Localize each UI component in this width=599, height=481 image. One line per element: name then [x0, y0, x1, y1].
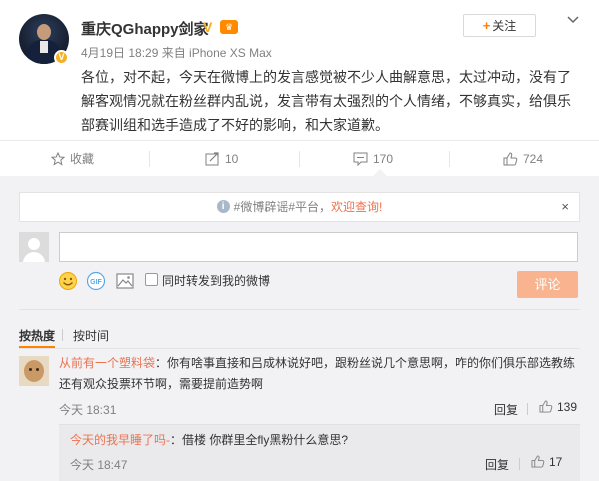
avatar-shoulders	[23, 252, 45, 262]
reply-like-button[interactable]: 17	[531, 455, 562, 469]
section-divider	[19, 348, 580, 349]
author-name[interactable]: 重庆QGhappy剑家	[81, 18, 209, 39]
post-content: 各位，对不起，今天在微博上的发言感觉被不少人曲解意思，太过冲动，没有了解客观情况…	[81, 69, 571, 133]
comment-action-divider	[527, 403, 528, 415]
action-bar: 收藏 10 170 724	[0, 140, 599, 176]
avatar-head	[28, 238, 40, 250]
action-divider	[449, 151, 450, 167]
repost-label[interactable]: 同时转发到我的微博	[162, 272, 270, 289]
my-avatar	[19, 232, 49, 262]
avatar-shirt	[40, 41, 48, 53]
sort-divider	[62, 329, 63, 341]
comment-section: i #微博辟谣#平台，欢迎查询! × GIF 同时转发到我的微博 评论 按热度 按…	[0, 176, 599, 481]
favorite-button[interactable]: 收藏	[50, 141, 95, 177]
star-icon	[50, 151, 66, 166]
commenter-name[interactable]: 从前有一个塑料袋	[59, 356, 155, 370]
plus-icon: +	[482, 18, 491, 33]
comment-body: 从前有一个塑料袋：你有啥事直接和吕成林说好吧，跟粉丝说几个意思啊，咋的你们俱乐部…	[59, 353, 581, 395]
close-icon[interactable]: ×	[561, 193, 569, 221]
comment-count: 170	[373, 152, 394, 166]
comment-like-button[interactable]: 139	[539, 400, 577, 414]
verified-v-icon: V	[203, 19, 213, 35]
notice-link[interactable]: 欢迎查询!	[331, 200, 382, 214]
reply-separator: ：	[170, 433, 183, 447]
like-button[interactable]: 724	[503, 141, 543, 177]
vip-crown-icon[interactable]: ♛	[220, 20, 238, 34]
sort-by-time[interactable]: 按时间	[73, 327, 109, 344]
reply-item: 今天的我早睡了吗-：借楼 你群里全fly黑粉什么意思? 今天 18:47 回复 …	[59, 424, 580, 481]
favorite-label: 收藏	[70, 152, 95, 166]
repost-button[interactable]: 10	[205, 141, 238, 177]
comment-separator: ：	[155, 356, 168, 370]
repost-icon	[205, 152, 219, 166]
sort-by-hot[interactable]: 按热度	[19, 327, 55, 344]
reply-reply-button[interactable]: 回复	[485, 456, 509, 473]
action-divider	[299, 151, 300, 167]
avatar-eye	[36, 368, 39, 371]
commenter-avatar[interactable]	[19, 356, 49, 386]
avatar-verified-icon: V	[54, 50, 69, 65]
section-divider	[19, 309, 580, 310]
follow-label: 关注	[492, 19, 517, 33]
reply-action-divider	[519, 458, 520, 470]
gif-icon[interactable]: GIF	[86, 271, 106, 291]
rumor-notice: i #微博辟谣#平台，欢迎查询! ×	[19, 192, 580, 222]
info-icon: i	[216, 200, 230, 214]
reply-like-count: 17	[549, 455, 563, 469]
reply-button[interactable]: 回复	[494, 401, 518, 418]
submit-comment-button[interactable]: 评论	[517, 271, 578, 298]
comment-time: 今天 18:31	[59, 403, 117, 417]
emoji-icon[interactable]	[58, 271, 78, 291]
thumbs-up-icon	[539, 400, 553, 413]
avatar-dog	[24, 360, 44, 382]
post-card: V 重庆QGhappy剑家 V ♛ 4月19日 18:29 来自 iPhone …	[0, 0, 599, 140]
comment-input[interactable]	[59, 232, 578, 262]
reply-time: 今天 18:47	[70, 458, 128, 472]
comment-icon	[353, 152, 368, 167]
thumbs-up-icon	[531, 455, 545, 468]
reply-body: 今天的我早睡了吗-：借楼 你群里全fly黑粉什么意思?	[70, 431, 348, 449]
avatar-face	[37, 24, 51, 40]
action-divider	[149, 151, 150, 167]
repost-count: 10	[225, 152, 239, 166]
thumbs-up-icon	[503, 152, 518, 166]
notice-text: #微博辟谣#平台，	[233, 200, 331, 214]
like-count: 724	[523, 152, 544, 166]
comment-pointer	[373, 169, 387, 176]
post-meta: 4月19日 18:29 来自 iPhone XS Max	[81, 46, 272, 60]
avatar-eye	[29, 368, 32, 371]
repost-checkbox[interactable]	[145, 273, 158, 286]
chevron-down-icon[interactable]	[565, 12, 581, 28]
svg-text:GIF: GIF	[90, 279, 102, 286]
replier-name[interactable]: 今天的我早睡了吗-	[70, 433, 170, 447]
comment-like-count: 139	[557, 400, 578, 414]
image-icon[interactable]	[115, 271, 135, 291]
follow-button[interactable]: + 关注	[463, 14, 536, 37]
reply-text: 借楼 你群里全fly黑粉什么意思?	[182, 433, 349, 447]
